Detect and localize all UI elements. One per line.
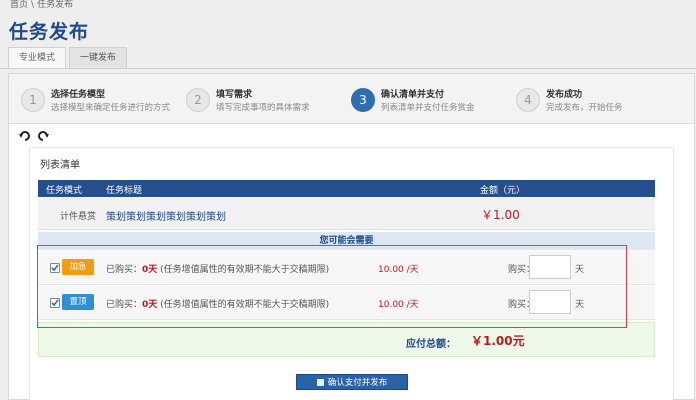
tab-divider <box>0 68 696 69</box>
step-desc: 选择模型来确定任务进行的方式 <box>51 103 171 113</box>
step-title: 选择任务模型 <box>51 90 106 100</box>
step-number: 2 <box>186 88 210 112</box>
table-row: 计件悬赏 策划策划策划策划策划策划 ￥1.00 <box>38 198 655 230</box>
step-number: 1 <box>21 88 45 112</box>
step-title: 填写需求 <box>216 90 253 100</box>
breadcrumb-home[interactable]: 首页 <box>10 0 28 10</box>
submit-label: 确认支付并发布 <box>327 378 388 388</box>
col-mode: 任务模式 <box>46 186 83 196</box>
tab-one-click-publish[interactable]: 一键发布 <box>69 47 128 68</box>
main-panel: 1 选择任务模型 选择模型来确定任务进行的方式 2 填写需求 填写完成事项的具体… <box>8 73 695 400</box>
step-number: 4 <box>516 88 540 112</box>
confirm-pay-publish-button[interactable]: 确认支付并发布 <box>296 374 408 390</box>
step-number: 3 <box>351 88 375 112</box>
step-title: 发布成功 <box>546 90 583 100</box>
redo-icon[interactable] <box>37 130 49 145</box>
breadcrumb: 首页 \ 任务发布 <box>10 0 76 10</box>
checkmark-icon <box>316 379 324 386</box>
step-progress: 1 选择任务模型 选择模型来确定任务进行的方式 2 填写需求 填写完成事项的具体… <box>9 74 694 124</box>
breadcrumb-current: 任务发布 <box>37 0 74 10</box>
step-desc: 列表清单并支付任务赏金 <box>381 103 475 113</box>
task-amount: ￥1.00 <box>481 208 520 222</box>
step-title: 确认清单并支付 <box>381 90 445 100</box>
page-title: 任务发布 <box>9 21 90 43</box>
task-mode: 计件悬赏 <box>60 212 97 222</box>
table-header: 任务模式 任务标题 金额（元） <box>38 180 655 197</box>
step-desc: 完成发布，开始任务 <box>546 103 623 113</box>
task-title: 策划策划策划策划策划策划 <box>106 212 226 223</box>
col-title: 任务标题 <box>106 186 143 196</box>
col-amount: 金额（元） <box>480 186 526 196</box>
list-title: 列表清单 <box>40 160 80 171</box>
total-label: 应付总额： <box>406 339 456 350</box>
undo-icon[interactable] <box>19 130 31 145</box>
total-amount: ￥1.00元 <box>471 334 525 348</box>
tab-professional-mode[interactable]: 专业模式 <box>8 47 67 68</box>
undo-redo-toolbar <box>19 130 49 145</box>
step-desc: 填写完成事项的具体需求 <box>216 103 310 113</box>
breadcrumb-separator: \ <box>31 0 35 10</box>
mode-tabs: 专业模式 一键发布 <box>8 47 130 68</box>
addon-highlight-box <box>37 245 627 328</box>
